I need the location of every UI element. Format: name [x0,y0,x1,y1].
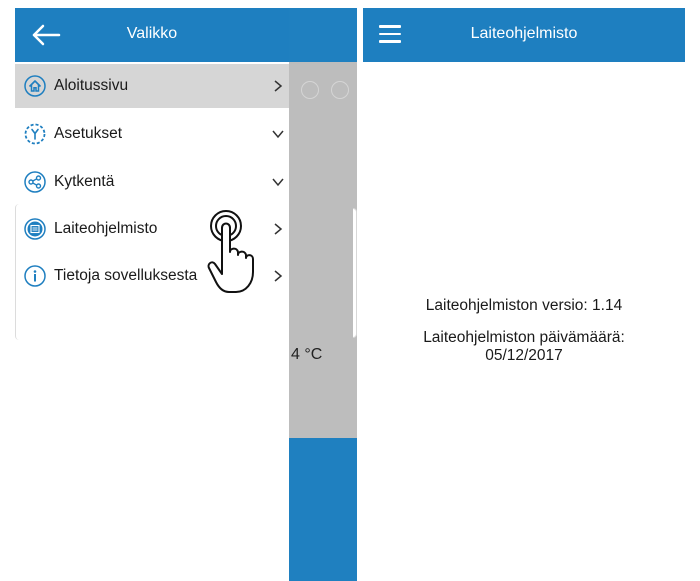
left-phone-screen: 4 °C Valikko Aloitussivu Asetukset Kytke… [15,8,357,581]
chevron-down-icon [272,130,284,139]
menu-item-label: Laiteohjelmisto [54,220,158,237]
menu-item-label: Tietoja sovelluksesta [54,267,198,284]
menu-item-aloitussivu[interactable]: Aloitussivu [15,64,289,108]
background-circle-icon [331,81,349,99]
drawer-header: Valikko [15,8,289,62]
menu-item-kytkenta[interactable]: Kytkentä [15,160,289,204]
tap-hand-cursor-icon [207,210,254,293]
menu-item-asetukset[interactable]: Asetukset [15,112,289,156]
firmware-date-label: Laiteohjelmiston päivämäärä: [423,329,625,346]
chevron-down-icon [272,178,284,187]
page-title: Laiteohjelmisto [470,25,578,42]
info-icon [24,265,46,287]
home-icon [24,75,46,97]
menu-item-label: Aloitussivu [54,77,129,94]
background-temperature-text: 4 °C [291,346,323,363]
firmware-chip-icon [24,218,46,240]
share-icon [24,171,46,193]
navigation-drawer: Valikko Aloitussivu Asetukset Kytkentä L… [15,8,289,581]
chevron-right-icon [274,270,283,282]
drawer-title: Valikko [126,25,178,42]
menu-item-label: Kytkentä [54,173,115,190]
background-card-edge [353,208,357,338]
chevron-right-icon [274,223,283,235]
firmware-version-text: Laiteohjelmiston versio: 1.14 [425,297,623,314]
chevron-right-icon [274,80,283,92]
app-header: Laiteohjelmisto [363,8,685,62]
menu-item-label: Asetukset [54,125,123,142]
background-circle-icon [301,81,319,99]
settings-icon [24,123,46,145]
right-phone-screen: Laiteohjelmisto Laiteohjelmiston versio:… [363,8,685,581]
firmware-date-value: 05/12/2017 [485,347,563,364]
